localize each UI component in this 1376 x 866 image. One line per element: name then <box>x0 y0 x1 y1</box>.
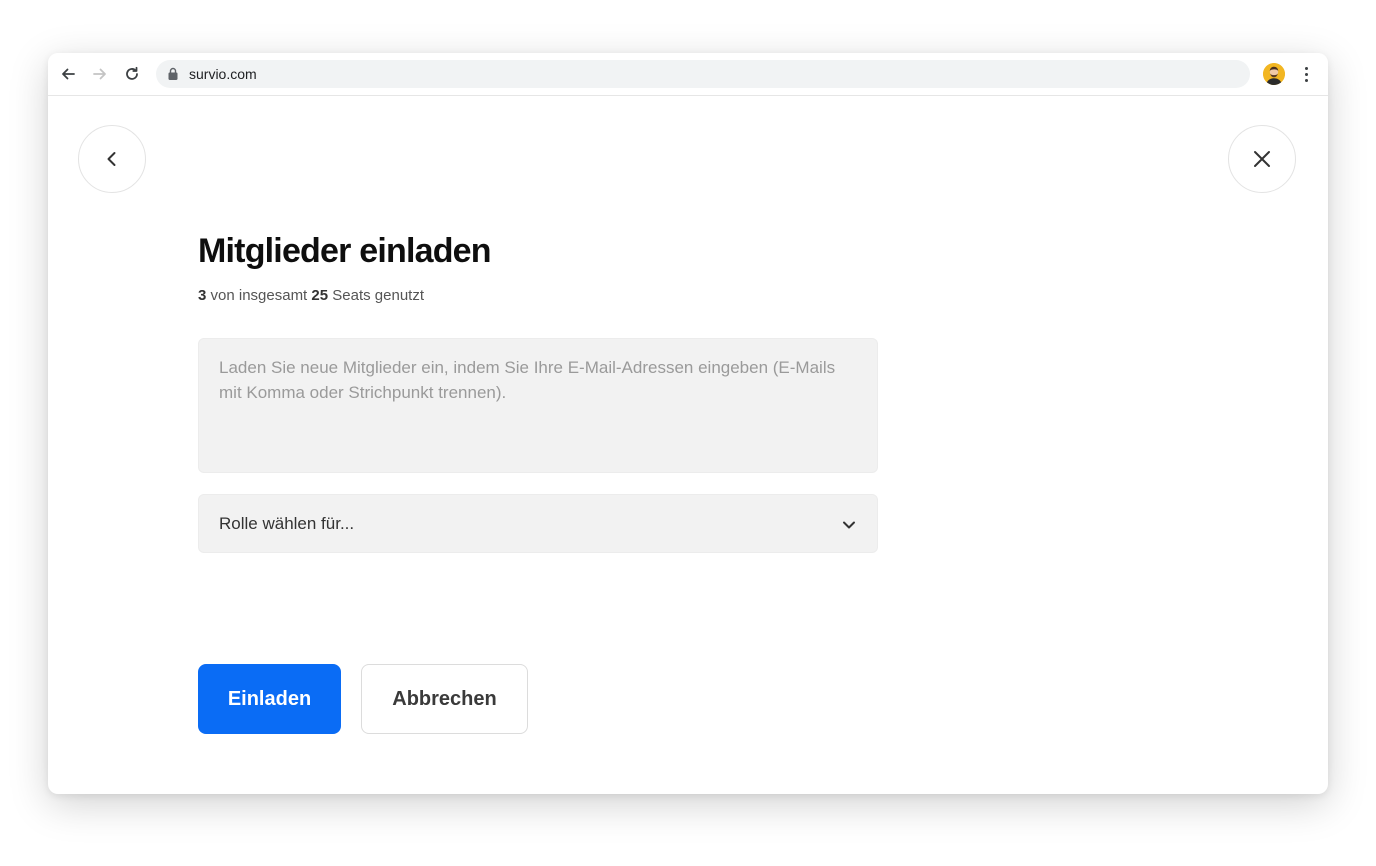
forward-button[interactable] <box>90 64 110 84</box>
invite-button[interactable]: Einladen <box>198 664 341 734</box>
seats-total-count: 25 <box>311 287 329 304</box>
url-text: survio.com <box>189 66 257 82</box>
seats-text-end: Seats genutzt <box>328 287 424 304</box>
cancel-button[interactable]: Abbrechen <box>361 664 528 734</box>
seats-usage: 3 von insgesamt 25 Seats genutzt <box>198 287 424 305</box>
back-button[interactable] <box>58 64 78 84</box>
profile-avatar[interactable] <box>1263 63 1285 85</box>
seats-text-mid: von insgesamt <box>206 287 312 304</box>
role-select[interactable]: Rolle wählen für... <box>198 494 878 553</box>
back-circle-button[interactable] <box>78 125 146 193</box>
chevron-left-icon <box>107 152 116 166</box>
role-select-label: Rolle wählen für... <box>219 514 355 533</box>
reload-icon <box>126 66 138 80</box>
arrow-left-icon <box>62 68 75 80</box>
close-button[interactable] <box>1228 125 1296 193</box>
page-title: Mitglieder einladen <box>198 232 492 270</box>
more-vert-icon <box>1304 66 1308 70</box>
avatar-icon <box>1263 63 1285 85</box>
browser-window: survio.com Mitglieder einladen 3 von ins… <box>48 53 1328 794</box>
arrow-right-icon <box>93 68 106 80</box>
browser-menu-button[interactable] <box>1300 64 1312 84</box>
browser-toolbar: survio.com <box>48 53 1328 96</box>
close-icon <box>1254 151 1270 167</box>
lock-icon <box>168 67 178 80</box>
reload-button[interactable] <box>122 64 142 84</box>
chevron-down-icon <box>843 521 855 529</box>
email-invite-input[interactable] <box>198 338 878 473</box>
address-bar[interactable]: survio.com <box>156 60 1250 88</box>
